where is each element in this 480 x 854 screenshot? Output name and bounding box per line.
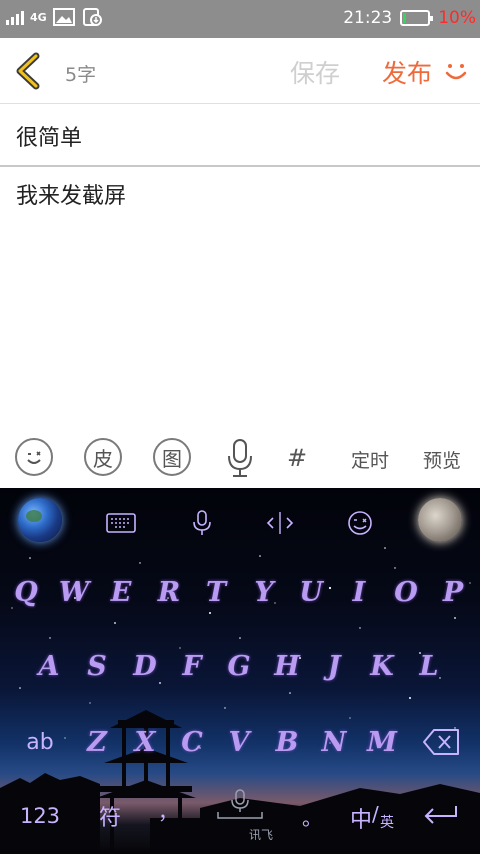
network-type: 4G (30, 10, 47, 24)
shift-key[interactable]: ab (16, 712, 64, 772)
key-p[interactable]: P (431, 562, 475, 622)
editor-header: 5字 保存 发布 (0, 38, 480, 104)
key-l[interactable]: L (407, 636, 451, 696)
key-w[interactable]: W (52, 562, 96, 622)
key-j[interactable]: J (312, 636, 356, 696)
key-z[interactable]: Z (75, 712, 119, 772)
key-n[interactable]: N (312, 712, 356, 772)
status-bar: 4G 21:23 10% (0, 0, 480, 38)
key-b[interactable]: B (265, 712, 309, 772)
microphone-icon[interactable] (226, 438, 254, 478)
key-r[interactable]: R (147, 562, 191, 622)
key-s[interactable]: S (75, 636, 119, 696)
key-q[interactable]: Q (4, 562, 48, 622)
backspace-icon[interactable] (422, 728, 460, 756)
key-t[interactable]: T (194, 562, 238, 622)
keyboard-icon[interactable] (106, 510, 136, 536)
key-f[interactable]: F (170, 636, 214, 696)
key-g[interactable]: G (217, 636, 261, 696)
battery-icon (400, 10, 434, 26)
key-m[interactable]: M (360, 712, 404, 772)
save-button[interactable]: 保存 (290, 54, 340, 90)
language-main-label: 中 (350, 808, 373, 833)
space-mic-icon (217, 789, 263, 819)
preview-button[interactable]: 预览 (423, 446, 461, 473)
period-key[interactable]: 。 (294, 794, 330, 838)
publish-button[interactable]: 发布 (382, 54, 432, 90)
key-k[interactable]: K (360, 636, 404, 696)
space-brand-label: 讯飞 (249, 828, 274, 842)
key-i[interactable]: I (337, 562, 381, 622)
body-input[interactable]: 我来发截屏 (16, 178, 126, 210)
back-arrow-icon[interactable] (12, 52, 44, 90)
download-notification-icon (82, 8, 102, 26)
soft-keyboard: Q W E R T Y U I O P A S D F G H J K L ab… (0, 488, 480, 854)
key-x[interactable]: X (123, 712, 167, 772)
character-count: 5字 (65, 64, 97, 86)
key-v[interactable]: V (217, 712, 261, 772)
editor-toolbar: 皮 图 # 定时 预览 (0, 436, 480, 486)
smile-icon[interactable] (442, 58, 470, 86)
battery-percent: 10% (438, 8, 476, 28)
key-c[interactable]: C (170, 712, 214, 772)
clock: 21:23 (343, 8, 393, 28)
comma-key[interactable]: ， (150, 788, 186, 832)
language-slash: / (372, 802, 379, 826)
emoji-keyboard-icon[interactable] (345, 510, 375, 536)
symbols-key[interactable]: 符 (88, 794, 132, 838)
language-sub-label: 英 (380, 815, 394, 831)
divider (0, 165, 480, 167)
cursor-move-icon[interactable] (265, 510, 295, 536)
enter-icon[interactable] (422, 804, 460, 828)
emoji-icon[interactable] (15, 438, 53, 476)
key-a[interactable]: A (27, 636, 71, 696)
skin-button[interactable]: 皮 (84, 438, 122, 476)
schedule-button[interactable]: 定时 (351, 446, 389, 473)
key-h[interactable]: H (265, 636, 309, 696)
earth-logo-icon[interactable] (18, 498, 62, 542)
hashtag-button[interactable]: # (287, 444, 307, 472)
key-d[interactable]: D (123, 636, 167, 696)
keyboard-top-bar (0, 496, 480, 546)
image-button[interactable]: 图 (153, 438, 191, 476)
key-o[interactable]: O (384, 562, 428, 622)
language-switch-key[interactable]: 中 / 英 (346, 798, 402, 838)
voice-input-icon[interactable] (187, 510, 217, 536)
numbers-key[interactable]: 123 (14, 794, 66, 838)
title-input[interactable]: 很简单 (16, 120, 82, 152)
signal-icon (6, 9, 24, 25)
key-e[interactable]: E (99, 562, 143, 622)
moon-menu-icon[interactable] (418, 498, 462, 542)
image-notification-icon (52, 8, 75, 26)
key-u[interactable]: U (289, 562, 333, 622)
key-y[interactable]: Y (242, 562, 286, 622)
